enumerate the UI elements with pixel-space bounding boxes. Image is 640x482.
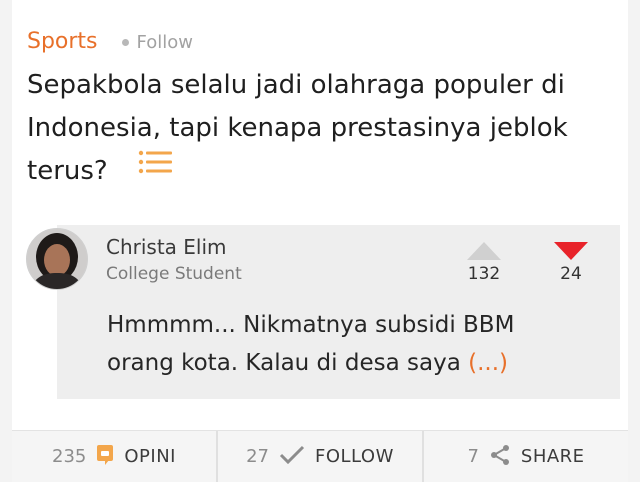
opinions-button[interactable]: 235 OPINI bbox=[12, 431, 218, 482]
downvote-button[interactable]: 24 bbox=[551, 242, 591, 284]
upvote-icon[interactable] bbox=[467, 242, 501, 260]
topic-link[interactable]: Sports bbox=[27, 27, 98, 57]
follow-button[interactable]: 27 FOLLOW bbox=[218, 431, 424, 482]
answer-text[interactable]: Hmmmm... Nikmatnya subsidi BBM orang kot… bbox=[107, 306, 587, 382]
action-bar: 235 OPINI 27 FOLLOW 7 SHARE bbox=[12, 430, 628, 482]
upvote-button[interactable]: 132 bbox=[464, 242, 504, 284]
opinions-count: 235 bbox=[52, 446, 87, 467]
check-icon bbox=[279, 445, 305, 469]
read-more-link[interactable]: (...) bbox=[468, 350, 508, 376]
author-role: College Student bbox=[106, 264, 242, 284]
share-icon bbox=[489, 444, 511, 470]
follow-count: 27 bbox=[246, 446, 269, 467]
question-text[interactable]: Sepakbola selalu jadi olahraga populer d… bbox=[27, 70, 568, 186]
answer-body: Hmmmm... Nikmatnya subsidi BBM orang kot… bbox=[107, 312, 515, 376]
comment-icon bbox=[96, 444, 114, 470]
upvote-count: 132 bbox=[467, 264, 501, 284]
author-name[interactable]: Christa Elim bbox=[106, 235, 227, 259]
downvote-icon[interactable] bbox=[554, 242, 588, 260]
separator-dot bbox=[121, 38, 129, 46]
share-button[interactable]: 7 SHARE bbox=[424, 431, 628, 482]
question-title[interactable]: Sepakbola selalu jadi olahraga populer d… bbox=[27, 64, 597, 193]
list-icon[interactable] bbox=[138, 146, 174, 189]
opinions-label: OPINI bbox=[124, 446, 176, 467]
share-label: SHARE bbox=[520, 446, 585, 467]
avatar[interactable] bbox=[26, 228, 88, 290]
topic-row: Sports Follow bbox=[27, 26, 193, 58]
downvote-count: 24 bbox=[560, 264, 582, 284]
follow-label: FOLLOW bbox=[315, 446, 394, 467]
follow-topic-button[interactable]: Follow bbox=[137, 32, 193, 53]
share-count: 7 bbox=[467, 446, 479, 467]
